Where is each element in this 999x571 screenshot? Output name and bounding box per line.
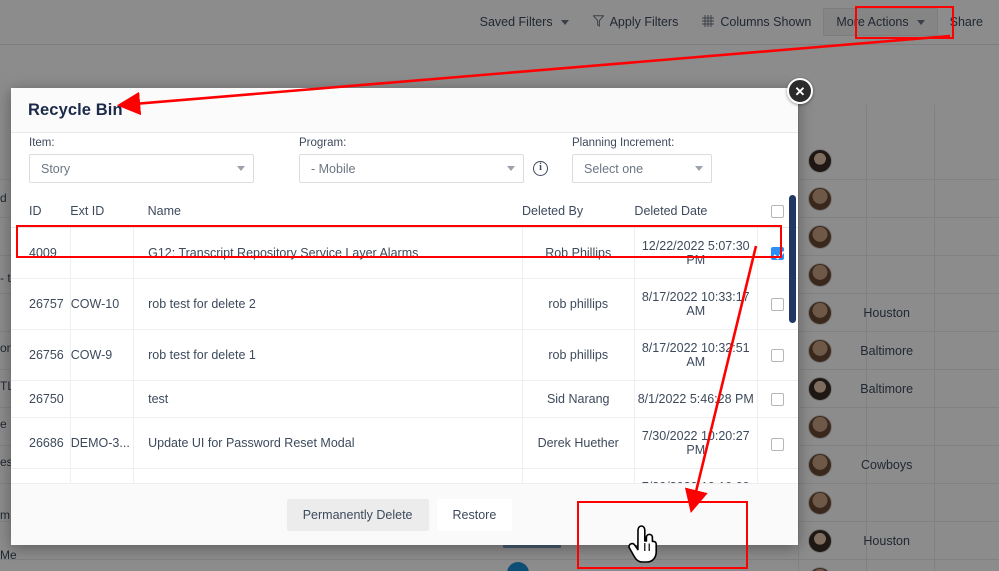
recycle-bin-modal: Recycle Bin Item: Story Program: - Mobil… [11,88,798,545]
cell-deleted-by: rob phillips [522,278,635,331]
modal-footer: Permanently Delete Restore [11,483,798,545]
item-filter-field: Item: Story [29,137,254,183]
table-row[interactable]: 26687DEMO-3...Walmart TestDerek Huether7… [11,468,798,483]
cell-name: Walmart Test [133,468,523,483]
cell-ext-id [70,380,135,419]
chevron-down-icon [695,166,703,171]
cell-name: Update UI for Password Reset Modal [133,417,523,470]
cell-ext-id: COW-9 [70,329,135,382]
info-icon[interactable]: i [533,161,548,176]
table-row[interactable]: 26686 DEMO-3... Update UI for Password Res… [11,417,798,470]
cell-deleted-by: Derek Huether [522,417,635,470]
program-select-value: - Mobile [311,161,356,176]
cell-ext-id [70,227,135,280]
cell-deleted-date: 12/22/2022 5:07:30 PM [634,227,758,280]
cell-deleted-by: Rob Phillips [522,227,635,280]
table-row[interactable]: 26757 COW-10 rob test for delete 2 rob phil… [11,278,798,331]
planning-increment-value: Select one [584,161,644,176]
cell-deleted-date: 8/1/2022 5:46:28 PM [634,380,758,419]
vertical-scrollbar[interactable] [789,195,796,483]
cell-deleted-by: rob phillips [522,329,635,382]
cell-ext-id: DEMO-3... [70,417,135,470]
cell-deleted-date: 7/30/2022 10:20:27 PM [634,417,758,470]
item-filter-label: Item: [29,137,55,149]
cell-id: 26686 [11,417,71,470]
table-head: ID Ext ID Name Deleted By Deleted Date [11,195,798,229]
recycle-bin-table-wrapper: ID Ext ID Name Deleted By Deleted Date 4… [11,195,798,483]
recycle-bin-table: ID Ext ID Name Deleted By Deleted Date 4… [11,195,798,483]
chevron-down-icon [507,166,515,171]
cell-id: 26687 [11,468,71,483]
program-select[interactable]: - Mobile [299,154,524,183]
table-body: 4009 G12: Transcript Repository Service L… [11,227,798,483]
permanently-delete-button[interactable]: Permanently Delete [286,498,429,531]
cell-ext-id: DEMO-3... [70,468,135,483]
cell-id: 26750 [11,380,71,419]
cell-name: G12: Transcript Repository Service Layer… [133,227,523,280]
cell-deleted-date: 7/30/2022 10:19:09 PM [634,468,758,483]
close-icon[interactable]: ✕ [787,78,813,104]
cell-name: test [133,380,523,419]
program-filter-label: Program: [299,137,347,149]
cell-ext-id: COW-10 [70,278,135,331]
chevron-down-icon [237,166,245,171]
scrollbar-thumb[interactable] [789,195,796,323]
restore-button[interactable]: Restore [436,498,513,531]
modal-header: Recycle Bin [11,88,798,133]
col-header-name[interactable]: Name [133,195,522,229]
planning-increment-label: Planning Increment: [572,137,675,149]
col-header-id[interactable]: ID [11,195,71,229]
row-checkbox[interactable] [771,247,785,261]
planning-increment-select[interactable]: Select one [572,154,712,183]
cell-deleted-by: Sid Narang [522,380,635,419]
cell-name: rob test for delete 1 [133,329,523,382]
table-row[interactable]: 4009 G12: Transcript Repository Service L… [11,227,798,280]
planning-increment-filter-field: Planning Increment: Select one [572,137,712,183]
cell-deleted-date: 8/17/2022 10:33:17 AM [634,278,758,331]
cell-name: rob test for delete 2 [133,278,523,331]
col-header-ext-id[interactable]: Ext ID [70,195,134,229]
select-all-checkbox[interactable] [771,205,785,219]
cell-id: 4009 [11,227,71,280]
col-header-deleted-by[interactable]: Deleted By [522,195,635,229]
table-header-row: ID Ext ID Name Deleted By Deleted Date [11,195,798,229]
row-checkbox[interactable] [771,437,785,451]
cell-deleted-date: 8/17/2022 10:32:51 AM [634,329,758,382]
cell-id: 26756 [11,329,71,382]
cell-id: 26757 [11,278,71,331]
row-checkbox[interactable] [771,349,785,363]
program-filter-field: Program: - Mobile [299,137,524,183]
item-select[interactable]: Story [29,154,254,183]
col-header-deleted-date[interactable]: Deleted Date [634,195,758,229]
table-row[interactable]: 26750 test Sid Narang 8/1/2022 5:46:28 PM [11,380,798,419]
modal-filter-bar: Item: Story Program: - Mobile i Planning… [11,133,798,195]
page-title: Recycle Bin [28,100,123,119]
row-checkbox[interactable] [771,298,785,312]
row-checkbox[interactable] [771,393,785,407]
item-select-value: Story [41,161,71,176]
table-row[interactable]: 26756 COW-9 rob test for delete 1 rob phill… [11,329,798,382]
cell-deleted-by: Derek Huether [522,468,635,483]
